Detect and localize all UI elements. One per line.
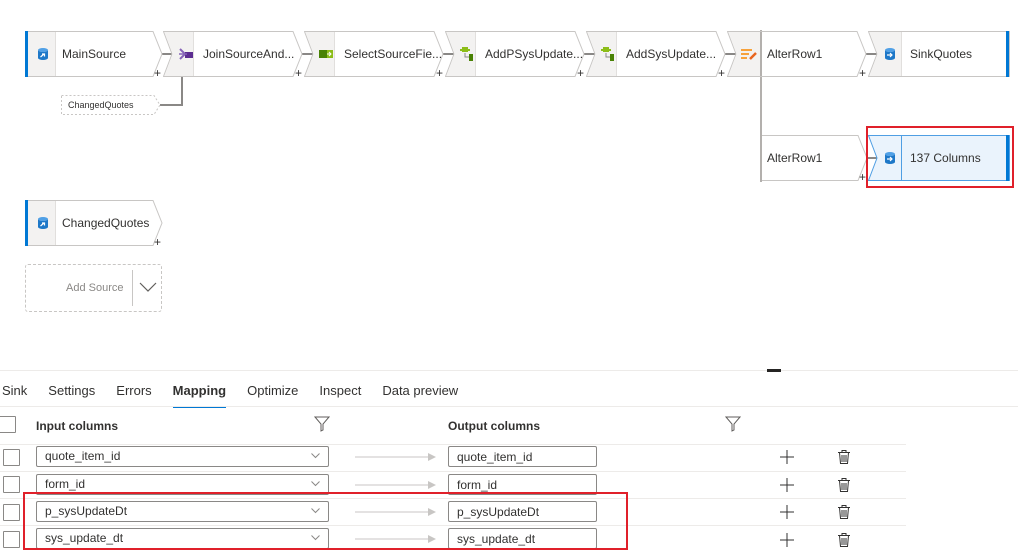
node-select[interactable]: SelectSourceFie...: [304, 31, 444, 77]
output-column-input[interactable]: [448, 528, 597, 549]
row-checkbox[interactable]: [3, 504, 20, 521]
node-label: MainSource: [62, 47, 127, 61]
row-divider: [0, 444, 906, 445]
input-column-value: p_sysUpdateDt: [45, 504, 128, 518]
chevron-down-icon: [311, 453, 320, 459]
add-source-button[interactable]: Add Source: [25, 264, 162, 312]
select-all-checkbox[interactable]: [0, 416, 16, 433]
input-column-select[interactable]: sys_update_dt: [36, 528, 329, 549]
select-icon: [311, 32, 341, 76]
source-database-icon: [28, 201, 58, 245]
derived-column-icon: [452, 32, 482, 76]
add-icon[interactable]: [780, 533, 794, 547]
node-join[interactable]: JoinSourceAnd...: [163, 31, 303, 77]
filter-icon[interactable]: [314, 416, 330, 432]
panel-divider: [0, 370, 1018, 371]
output-column-input[interactable]: [448, 474, 597, 495]
node-main-source[interactable]: MainSource: [25, 31, 163, 77]
source-database-icon: [28, 32, 58, 76]
input-column-select[interactable]: form_id: [36, 474, 329, 495]
add-icon[interactable]: [780, 505, 794, 519]
row-checkbox[interactable]: [3, 449, 20, 466]
add-transform-button[interactable]: +: [859, 171, 866, 183]
trash-icon[interactable]: [838, 505, 850, 519]
node-label: AlterRow1: [767, 151, 823, 165]
node-label: AlterRow1: [767, 47, 823, 61]
node-label: 137 Columns: [910, 151, 981, 165]
mapping-arrow-icon: [355, 481, 436, 489]
tab-errors[interactable]: Errors: [116, 376, 151, 407]
add-source-label: Add Source: [66, 282, 124, 294]
node-label: AddPSysUpdate...: [485, 47, 584, 61]
join-icon: [171, 32, 201, 76]
add-transform-button[interactable]: +: [154, 67, 161, 79]
node-derived-column-2[interactable]: AddSysUpdate...: [586, 31, 726, 77]
data-flow-canvas[interactable]: MainSource + JoinSourceAnd... + SelectSo…: [0, 0, 1018, 370]
row-checkbox[interactable]: [3, 476, 20, 493]
input-column-value: form_id: [45, 477, 86, 491]
tab-mapping[interactable]: Mapping: [172, 376, 227, 408]
node-alter-row-branch[interactable]: AlterRow1: [760, 135, 868, 181]
mapping-arrow-icon: [355, 453, 436, 461]
input-columns-header: Input columns: [36, 419, 118, 433]
trash-icon[interactable]: [838, 450, 850, 464]
chevron-down-icon[interactable]: [138, 279, 158, 295]
tab-data-preview[interactable]: Data preview: [382, 376, 458, 407]
sink-database-icon: [875, 136, 905, 180]
node-changed-quotes[interactable]: ChangedQuotes: [25, 200, 163, 246]
tab-optimize[interactable]: Optimize: [247, 376, 298, 407]
add-transform-button[interactable]: +: [154, 236, 161, 248]
input-column-select[interactable]: quote_item_id: [36, 446, 329, 467]
join-input-connector: [160, 104, 183, 106]
input-column-value: sys_update_dt: [45, 531, 124, 545]
tab-inspect[interactable]: Inspect: [319, 376, 361, 407]
add-transform-button[interactable]: +: [436, 67, 443, 79]
alter-row-icon: [734, 32, 764, 76]
add-icon[interactable]: [780, 478, 794, 492]
row-checkbox[interactable]: [3, 531, 20, 548]
panel-resize-handle[interactable]: [767, 369, 781, 372]
chevron-down-icon: [311, 481, 320, 487]
join-reference-label: ChangedQuotes: [68, 100, 134, 110]
chevron-down-icon: [311, 535, 320, 541]
output-column-input[interactable]: [448, 501, 597, 522]
sink-database-icon: [875, 32, 905, 76]
row-divider: [0, 525, 906, 526]
node-sink-137-columns[interactable]: 137 Columns: [868, 135, 1010, 181]
add-icon[interactable]: [780, 450, 794, 464]
row-divider: [0, 471, 906, 472]
add-transform-button[interactable]: +: [718, 67, 725, 79]
output-columns-header: Output columns: [448, 419, 540, 433]
node-alter-row[interactable]: AlterRow1: [727, 31, 867, 77]
trash-icon[interactable]: [838, 478, 850, 492]
node-label: SinkQuotes: [910, 47, 973, 61]
add-transform-button[interactable]: +: [295, 67, 302, 79]
node-derived-column-1[interactable]: AddPSysUpdate...: [445, 31, 585, 77]
node-sink-quotes[interactable]: SinkQuotes: [868, 31, 1010, 77]
mapping-arrow-icon: [355, 535, 436, 543]
panel-tabs: Sink Settings Errors Mapping Optimize In…: [0, 376, 479, 408]
filter-icon[interactable]: [725, 416, 741, 432]
trash-icon[interactable]: [838, 533, 850, 547]
node-label: SelectSourceFie...: [344, 47, 443, 61]
node-label: ChangedQuotes: [62, 216, 150, 230]
input-column-value: quote_item_id: [45, 449, 121, 463]
chevron-down-icon: [311, 508, 320, 514]
input-column-select[interactable]: p_sysUpdateDt: [36, 501, 329, 522]
mapping-arrow-icon: [355, 508, 436, 516]
divider: [132, 270, 133, 306]
add-transform-button[interactable]: +: [577, 67, 584, 79]
tab-sink[interactable]: Sink: [2, 376, 27, 407]
node-label: JoinSourceAnd...: [203, 47, 295, 61]
tab-settings[interactable]: Settings: [48, 376, 95, 407]
output-column-input[interactable]: [448, 446, 597, 467]
add-transform-button[interactable]: +: [859, 67, 866, 79]
node-label: AddSysUpdate...: [626, 47, 717, 61]
join-reference-changed-quotes[interactable]: ChangedQuotes: [61, 95, 161, 115]
derived-column-icon: [593, 32, 623, 76]
row-divider: [0, 498, 906, 499]
join-input-connector: [181, 77, 183, 105]
